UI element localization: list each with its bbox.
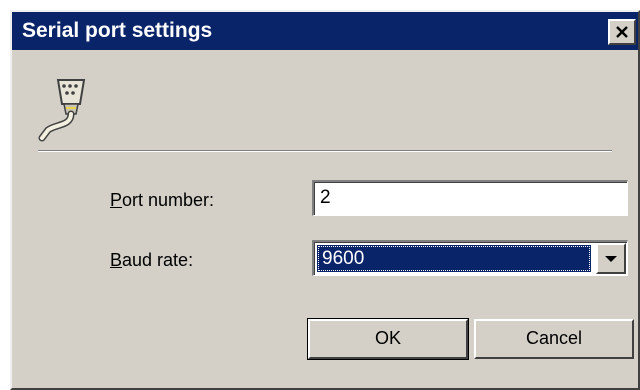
serial-connector-icon <box>38 79 86 142</box>
ok-button[interactable]: OK <box>307 318 469 360</box>
title-bar[interactable]: Serial port settings <box>12 12 638 50</box>
window-title: Serial port settings <box>22 19 213 42</box>
dropdown-arrow-icon <box>605 255 617 262</box>
baud-rate-dropdown-button[interactable] <box>596 243 626 274</box>
port-number-input[interactable]: 2 <box>312 180 628 216</box>
baud-rate-selected-value: 9600 <box>317 245 591 272</box>
separator <box>38 150 612 152</box>
port-number-label: Port number: <box>110 190 215 210</box>
serial-port-settings-dialog: Serial port settings Port number: 2 Baud… <box>10 10 640 390</box>
close-button[interactable] <box>608 19 636 45</box>
baud-rate-select[interactable]: 9600 <box>312 240 628 276</box>
cancel-button[interactable]: Cancel <box>474 319 634 359</box>
close-icon <box>616 26 628 38</box>
baud-rate-label: Baud rate: <box>110 250 194 270</box>
